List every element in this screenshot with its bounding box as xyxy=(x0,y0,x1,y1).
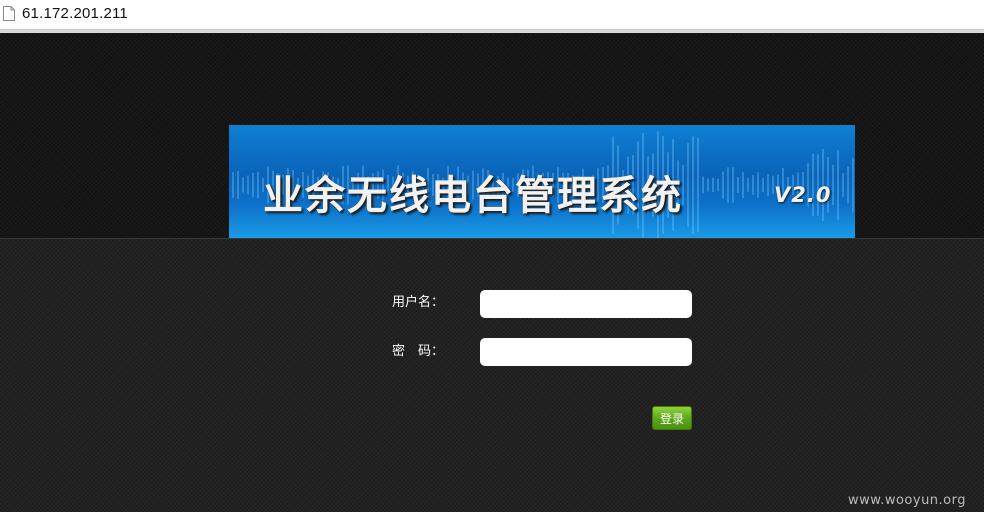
username-input[interactable] xyxy=(480,290,692,318)
password-label: 密 码： xyxy=(392,344,445,359)
login-area-background xyxy=(0,239,984,512)
login-button[interactable]: 登录 xyxy=(652,406,692,430)
banner-version: V2.0 xyxy=(774,183,832,207)
system-banner: 业余无线电台管理系统 V2.0 xyxy=(229,125,855,238)
banner-title: 业余无线电台管理系统 xyxy=(263,173,683,219)
browser-address-bar: 61.172.201.211 xyxy=(0,0,984,30)
watermark-text: www.wooyun.org xyxy=(848,493,967,508)
password-input[interactable] xyxy=(480,338,692,366)
username-label: 用户名： xyxy=(392,295,445,310)
document-icon xyxy=(3,6,15,21)
url-text[interactable]: 61.172.201.211 xyxy=(22,5,128,22)
